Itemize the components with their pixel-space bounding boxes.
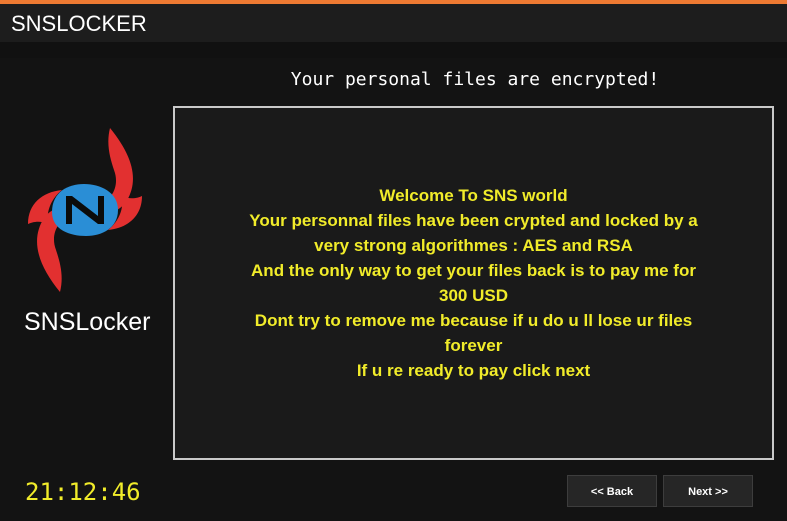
message-line: Your personnal files have been crypted a… bbox=[249, 211, 698, 230]
headline: Your personal files are encrypted! bbox=[290, 69, 660, 90]
back-button[interactable]: << Back bbox=[567, 475, 657, 507]
title-bar: SNSLOCKER bbox=[0, 4, 787, 42]
logo-name: SNSLocker bbox=[24, 308, 151, 336]
sns-logo-icon bbox=[28, 128, 142, 292]
message-line: forever bbox=[444, 336, 503, 355]
message-panel: Welcome To SNS world Your personnal file… bbox=[173, 106, 774, 460]
message-line: 300 USD bbox=[439, 286, 508, 305]
countdown-timer: 21:12:46 bbox=[25, 478, 141, 506]
message-line: Welcome To SNS world bbox=[379, 186, 568, 205]
header-divider bbox=[0, 42, 787, 58]
message-line: If u re ready to pay click next bbox=[356, 361, 591, 380]
message-line: Dont try to remove me because if u do u … bbox=[254, 311, 693, 330]
ransom-message: Welcome To SNS world Your personnal file… bbox=[224, 183, 724, 383]
message-line: very strong algorithmes : AES and RSA bbox=[314, 236, 633, 255]
message-line: And the only way to get your files back … bbox=[251, 261, 696, 280]
next-button[interactable]: Next >> bbox=[663, 475, 753, 507]
app-title: SNSLOCKER bbox=[11, 11, 147, 36]
